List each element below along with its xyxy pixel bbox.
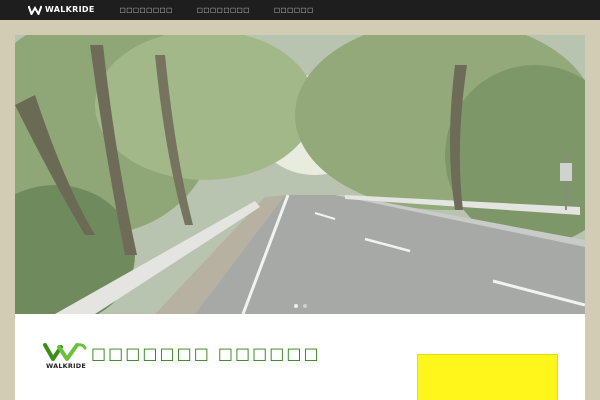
nav-item-3[interactable]: □□□□□□ xyxy=(274,0,314,20)
hero-slider[interactable] xyxy=(15,35,585,314)
header-logo[interactable]: WALKRIDE xyxy=(28,0,95,20)
slider-dots xyxy=(15,304,585,308)
site-title: □□□□□□□ □□□□□□ xyxy=(91,344,321,363)
top-navigation-bar: WALKRIDE □□□□□□□□ □□□□□□□□ □□□□□□ xyxy=(0,0,600,20)
brand-logo-text: WALKRIDE xyxy=(46,362,86,370)
slider-dot-2[interactable] xyxy=(302,304,307,308)
promo-banner[interactable] xyxy=(417,354,558,400)
nav-item-1[interactable]: □□□□□□□□ xyxy=(120,0,173,20)
walkride-brand-icon xyxy=(43,343,87,361)
main-nav: □□□□□□□□ □□□□□□□□ □□□□□□ xyxy=(120,0,338,20)
header-logo-text: WALKRIDE xyxy=(45,5,95,14)
walkride-logo-icon xyxy=(28,5,42,15)
hero-image-road xyxy=(15,35,585,314)
content-panel: WALKRIDE □□□□□□□ □□□□□□ xyxy=(15,314,585,400)
brand-logo[interactable]: WALKRIDE xyxy=(43,342,87,372)
slider-dot-1[interactable] xyxy=(293,304,298,308)
nav-item-2[interactable]: □□□□□□□□ xyxy=(197,0,250,20)
